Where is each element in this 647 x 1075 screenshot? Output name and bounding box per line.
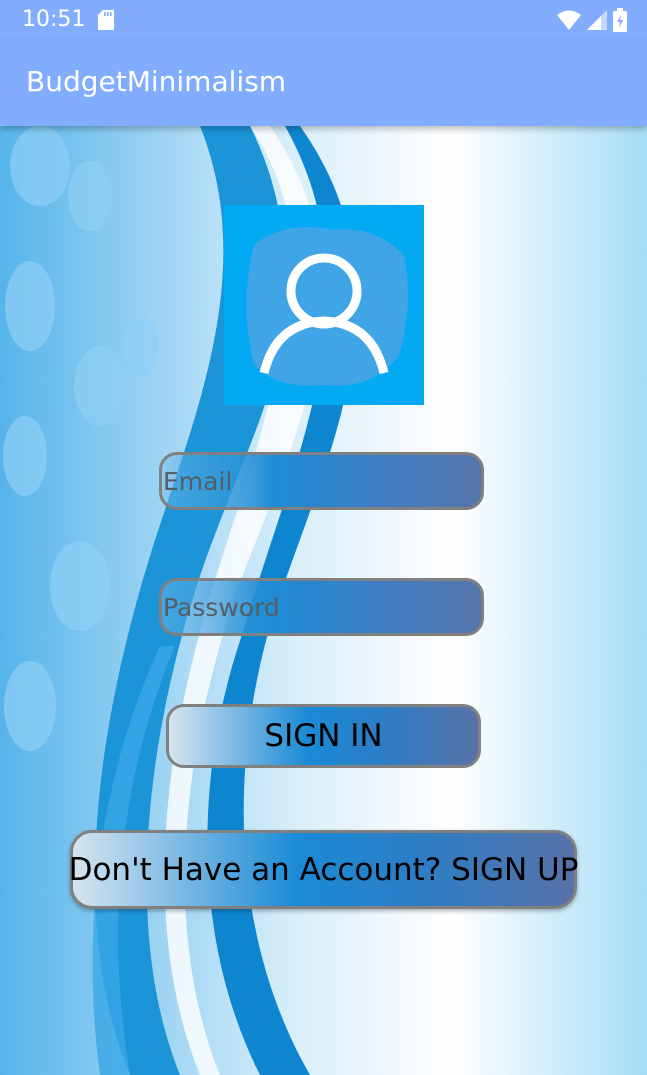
- status-bar: 10:51: [0, 0, 647, 40]
- status-time: 10:51: [22, 7, 86, 32]
- password-field[interactable]: [159, 578, 484, 636]
- login-screen: SIGN IN Don't Have an Account? SIGN UP: [0, 126, 647, 1075]
- wifi-icon: [557, 10, 581, 34]
- sd-card-icon: [98, 10, 114, 34]
- email-input[interactable]: [162, 455, 482, 507]
- battery-icon: [613, 8, 627, 36]
- user-avatar: [224, 205, 424, 405]
- signal-icon: [587, 10, 607, 34]
- app-bar: BudgetMinimalism: [0, 40, 647, 126]
- email-field[interactable]: [159, 452, 484, 510]
- user-icon: [246, 227, 408, 386]
- password-input[interactable]: [162, 581, 482, 633]
- sign-in-button[interactable]: SIGN IN: [166, 704, 481, 768]
- app-title: BudgetMinimalism: [26, 65, 287, 98]
- sign-up-button[interactable]: Don't Have an Account? SIGN UP: [69, 830, 578, 909]
